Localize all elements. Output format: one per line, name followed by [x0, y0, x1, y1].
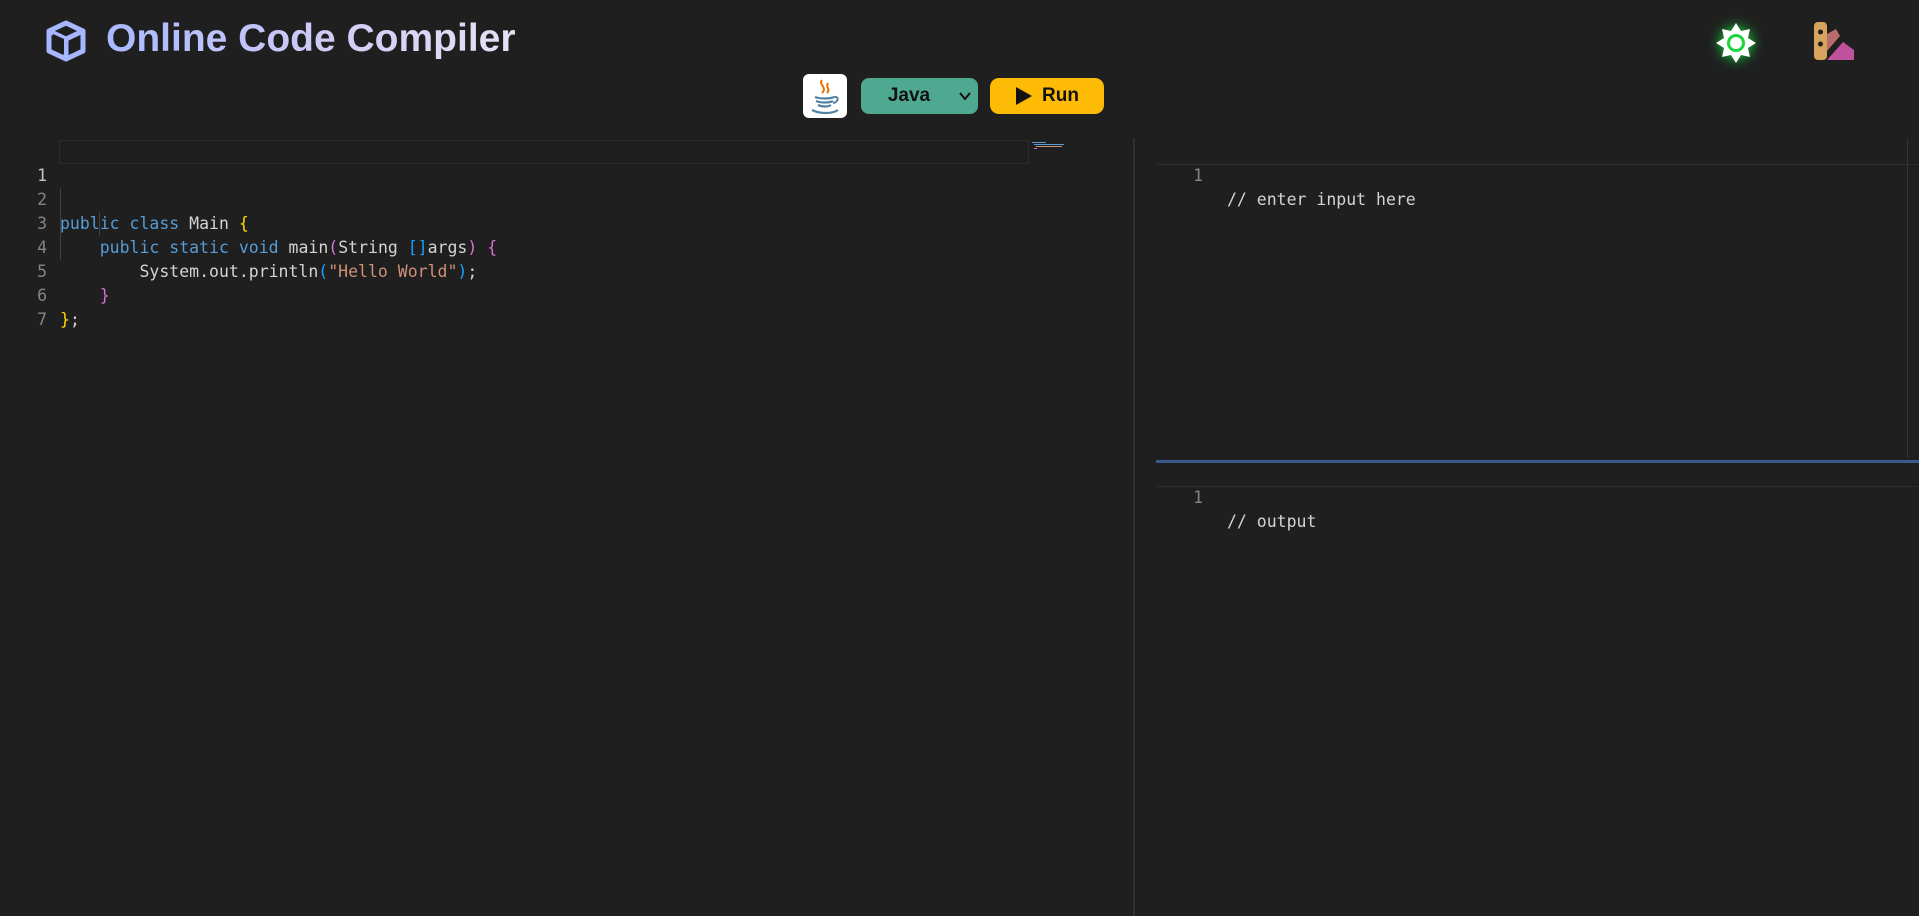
color-swatch-icon[interactable]	[1812, 20, 1856, 64]
keyword: public	[99, 238, 160, 257]
current-line-highlight	[1156, 462, 1919, 487]
paren: (	[318, 262, 329, 281]
code-editor[interactable]: 1 2 public class Main { 3 public static …	[0, 138, 1133, 916]
output-comment: // output	[1227, 512, 1317, 531]
string-literal: "Hello World"	[328, 262, 458, 281]
paren: (	[328, 238, 339, 257]
keyword: static	[169, 238, 229, 257]
language-select[interactable]: Java	[861, 78, 978, 114]
identifier: System.out.println	[139, 262, 319, 281]
code-line: 7	[0, 284, 47, 329]
sun-icon	[1716, 23, 1756, 63]
input-line: 1 // enter input here	[1156, 140, 1416, 209]
java-coffee-icon	[803, 74, 847, 118]
current-line-highlight	[59, 140, 1029, 164]
code-line: 1	[0, 140, 47, 185]
paren: )	[457, 262, 468, 281]
play-icon	[1016, 87, 1033, 105]
output-line: 1 // output	[1156, 462, 1316, 531]
bracket: []	[407, 238, 428, 257]
line-number: 1	[1193, 166, 1203, 185]
scrollbar[interactable]	[1907, 138, 1908, 458]
vertical-splitter[interactable]	[1133, 138, 1135, 916]
chevron-down-icon	[959, 92, 971, 101]
paren: )	[467, 238, 478, 257]
cube-icon	[46, 20, 86, 62]
identifier: main	[278, 238, 329, 257]
line-number: 1	[1193, 488, 1203, 507]
identifier: String	[338, 238, 408, 257]
run-button-label: Run	[1042, 85, 1079, 106]
line-number: 7	[37, 310, 47, 329]
java-logo-glyph	[811, 79, 839, 115]
code-line: 6 };	[0, 260, 80, 329]
input-placeholder-comment: // enter input here	[1227, 190, 1416, 209]
minimap[interactable]	[1032, 142, 1076, 150]
current-line-highlight	[1156, 140, 1919, 165]
app-header: Online Code Compiler Java Run	[0, 0, 1919, 140]
keyword: class	[129, 214, 180, 233]
brace: }	[60, 310, 70, 329]
theme-toggle-button[interactable]	[1712, 20, 1760, 66]
brace: {	[238, 214, 249, 233]
language-selected-value: Java	[887, 85, 931, 106]
code-line: 3 public static void main(String []args)…	[0, 188, 497, 257]
app-title: Online Code Compiler	[106, 17, 516, 60]
code-line: 5 }	[0, 236, 110, 305]
input-editor[interactable]: 1 // enter input here	[1156, 138, 1919, 458]
semicolon: ;	[69, 310, 80, 329]
code-line: 4 System.out.println("Hello World");	[0, 212, 477, 281]
run-button[interactable]: Run	[990, 78, 1104, 114]
identifier: args	[427, 238, 468, 257]
semicolon: ;	[467, 262, 478, 281]
brace: {	[477, 238, 498, 257]
brace: }	[99, 286, 110, 305]
keyword: public	[60, 214, 120, 233]
identifier: Main	[179, 214, 239, 233]
keyword: void	[238, 238, 279, 257]
output-editor[interactable]: 1 // output	[1156, 462, 1919, 916]
code-line: 2 public class Main {	[0, 164, 249, 233]
